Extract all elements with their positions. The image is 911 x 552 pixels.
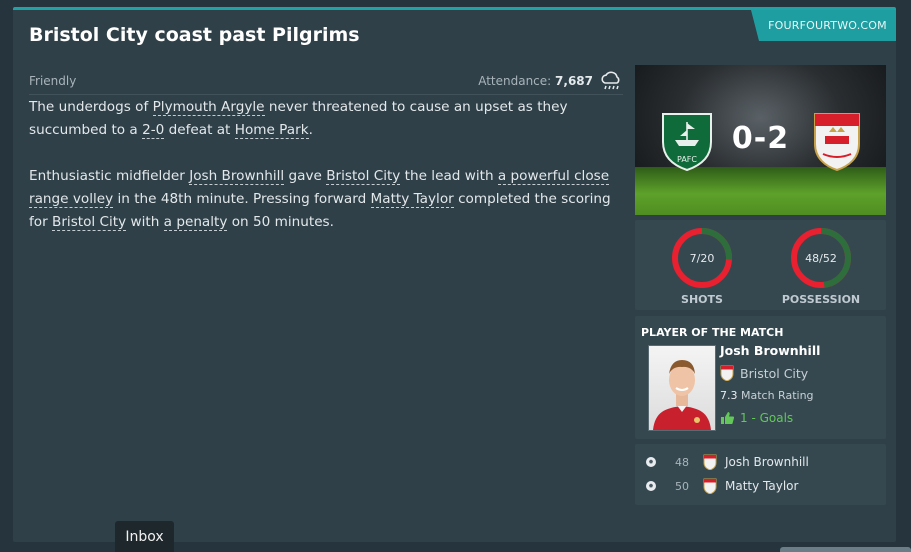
link-bristol-city[interactable]: Bristol City xyxy=(326,168,401,185)
shots-stat: 7/20 SHOTS xyxy=(657,226,747,306)
attendance-label: Attendance: xyxy=(478,74,552,88)
link-matty-taylor[interactable]: Matty Taylor xyxy=(370,191,454,208)
potm-rating-value: 7.3 xyxy=(720,389,738,402)
goal-row[interactable]: 50 Matty Taylor xyxy=(645,477,798,495)
article-text: Enthusiastic midfielder xyxy=(29,168,190,184)
goal-row[interactable]: 48 Josh Brownhill xyxy=(645,453,809,471)
player-photo[interactable] xyxy=(648,345,716,431)
article-text: defeat at xyxy=(164,122,235,138)
link-plymouth-argyle[interactable]: Plymouth Argyle xyxy=(152,99,265,116)
goal-scorer[interactable]: Josh Brownhill xyxy=(725,455,809,469)
article-text: The underdogs of xyxy=(29,99,153,115)
shots-label: SHOTS xyxy=(681,293,723,306)
bristol-city-crest[interactable] xyxy=(807,110,867,172)
player-portrait-icon xyxy=(653,360,711,430)
article-text: with xyxy=(126,214,164,230)
player-of-the-match-card: PLAYER OF THE MATCH Josh Brownhill Brist… xyxy=(635,316,886,439)
source-tag[interactable]: FOURFOURTWO.COM xyxy=(751,10,896,41)
goal-scorers-box: 48 Josh Brownhill 50 Matty Taylor xyxy=(635,444,886,505)
potm-player-name[interactable]: Josh Brownhill xyxy=(720,343,820,358)
potm-rating: 7.3 Match Rating xyxy=(720,389,814,402)
pitch-backdrop xyxy=(635,167,886,215)
goal-minute: 50 xyxy=(675,479,689,493)
potm-goals-text: 1 - Goals xyxy=(740,411,794,425)
match-type: Friendly xyxy=(29,74,77,88)
article-text: on 50 minutes. xyxy=(227,214,334,230)
article-text: in the 48th minute. Pressing forward xyxy=(113,191,371,207)
possession-label: POSSESSION xyxy=(781,293,861,306)
match-stats-box: 7/20 SHOTS 48/52 POSSESSION xyxy=(635,220,886,310)
potm-title: PLAYER OF THE MATCH xyxy=(641,326,784,339)
bristol-city-badge-icon xyxy=(703,478,717,494)
link-goal-penalty[interactable]: a penalty xyxy=(163,214,228,231)
possession-stat: 48/52 POSSESSION xyxy=(776,226,866,306)
thumbs-up-icon xyxy=(721,412,734,424)
link-josh-brownhill[interactable]: Josh Brownhill xyxy=(189,168,285,185)
link-scoreline[interactable]: 2-0 xyxy=(142,122,165,139)
match-meta-row: Friendly Attendance: 7,687 xyxy=(29,71,623,95)
potm-club[interactable]: Bristol City xyxy=(720,365,808,381)
potm-goals: 1 - Goals xyxy=(720,411,793,425)
shots-value: 7/20 xyxy=(689,252,715,265)
attendance: Attendance: 7,687 xyxy=(478,74,593,88)
football-icon xyxy=(646,481,656,491)
article-text: . xyxy=(308,122,313,138)
inbox-tab[interactable]: Inbox xyxy=(115,521,174,552)
potm-club-name: Bristol City xyxy=(740,365,809,381)
article-body: The underdogs of Plymouth Argyle never t… xyxy=(29,96,629,257)
goal-minute: 48 xyxy=(675,455,689,469)
article-paragraph-1: The underdogs of Plymouth Argyle never t… xyxy=(29,96,629,142)
article-text: gave xyxy=(284,168,327,184)
bristol-city-badge-icon xyxy=(703,454,717,470)
news-headline: Bristol City coast past Pilgrims xyxy=(29,24,360,46)
potm-rating-label: Match Rating xyxy=(741,389,814,402)
match-score-card[interactable]: PAFC 0-2 xyxy=(635,65,886,215)
bristol-city-badge-icon xyxy=(720,365,734,381)
news-item-panel: FOURFOURTWO.COM Bristol City coast past … xyxy=(13,7,896,542)
link-bristol-city[interactable]: Bristol City xyxy=(52,214,127,231)
possession-value: 48/52 xyxy=(805,252,837,265)
bottom-right-tab[interactable] xyxy=(780,547,911,552)
attendance-value: 7,687 xyxy=(555,74,593,88)
article-text: the lead with xyxy=(400,168,498,184)
article-paragraph-2: Enthusiastic midfielder Josh Brownhill g… xyxy=(29,165,629,234)
link-home-park[interactable]: Home Park xyxy=(234,122,309,139)
svg-text:PAFC: PAFC xyxy=(677,155,697,164)
rain-cloud-icon xyxy=(601,71,620,90)
football-icon xyxy=(646,457,656,467)
goal-scorer[interactable]: Matty Taylor xyxy=(725,479,798,493)
